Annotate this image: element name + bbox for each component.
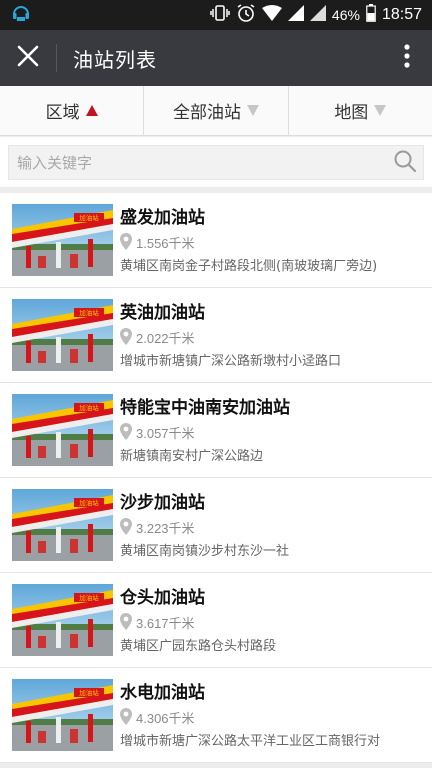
station-distance: 3.617千米 (136, 616, 195, 631)
alarm-icon (236, 3, 256, 27)
station-sign-text: 加油站 (79, 498, 99, 507)
station-sign-text: 加油站 (79, 308, 99, 317)
station-list-item[interactable]: 加油站 沙步加油站 3.223千米 黄埔区南岗镇沙步村东沙一社 (0, 478, 432, 573)
station-distance: 4.306千米 (136, 711, 195, 726)
vibrate-icon (210, 4, 230, 26)
station-sign-text: 加油站 (79, 403, 99, 412)
triangle-down-icon (246, 105, 259, 116)
station-list-item[interactable]: 加油站 水电加油站 4.306千米 增城市新塘广深公路太平洋工业区工商银行对 (0, 668, 432, 763)
location-pin-icon (120, 612, 132, 633)
triangle-down-icon (374, 105, 387, 116)
station-thumbnail: 加油站 (12, 394, 113, 466)
signal-secondary-icon (309, 5, 326, 25)
filter-map[interactable]: 地图 (289, 86, 432, 135)
appbar-divider (56, 44, 57, 72)
filter-region-label: 区域 (45, 103, 80, 123)
station-distance-row: 3.223千米 (120, 517, 432, 538)
station-distance-row: 2.022千米 (120, 327, 432, 348)
wifi-icon (261, 5, 282, 25)
station-name: 水电加油站 (120, 682, 205, 703)
station-thumbnail: 加油站 (12, 299, 113, 371)
station-info: 特能宝中油南安加油站 3.057千米 新塘镇南安村广深公路边 (120, 397, 432, 464)
station-info: 沙步加油站 3.223千米 黄埔区南岗镇沙步村东沙一社 (120, 492, 432, 559)
location-pin-icon (120, 517, 132, 538)
status-bar: 46% 18:57 (0, 0, 432, 30)
station-info: 盛发加油站 1.556千米 黄埔区南岗金子村路段北侧(南玻玻璃厂旁边) (120, 207, 432, 274)
station-address: 增城市新塘镇广深公路新墩村小迳路口 (120, 353, 342, 369)
station-info: 仓头加油站 3.617千米 黄埔区广园东路仓头村路段 (120, 587, 432, 654)
station-list-item[interactable]: 加油站 盛发加油站 1.556千米 黄埔区南岗金子村路段北侧(南玻玻璃厂旁边) (0, 193, 432, 288)
station-distance-row: 1.556千米 (120, 232, 432, 253)
filter-region[interactable]: 区域 (0, 86, 145, 135)
station-sign-text: 加油站 (79, 593, 99, 602)
filter-all-stations-label: 全部油站 (172, 103, 241, 123)
filter-bar: 区域 全部油站 地图 (0, 86, 432, 136)
station-name: 仓头加油站 (120, 587, 205, 608)
close-button[interactable] (0, 30, 56, 86)
station-name: 沙步加油站 (120, 492, 205, 513)
station-info: 英油加油站 2.022千米 增城市新塘镇广深公路新墩村小迳路口 (120, 302, 432, 369)
station-sign-text: 加油站 (79, 213, 99, 222)
station-info: 水电加油站 4.306千米 增城市新塘广深公路太平洋工业区工商银行对 (120, 682, 432, 749)
signal-icon (287, 5, 304, 25)
more-vertical-icon (404, 44, 410, 72)
more-menu-button[interactable] (382, 30, 432, 86)
clock: 18:57 (381, 6, 422, 23)
station-list: 加油站 盛发加油站 1.556千米 黄埔区南岗金子村路段北侧(南玻玻璃厂旁边) (0, 193, 432, 763)
station-thumbnail: 加油站 (12, 204, 113, 276)
station-list-item[interactable]: 加油站 英油加油站 2.022千米 增城市新塘镇广深公路新墩村小迳路口 (0, 288, 432, 383)
battery-percent: 46% (331, 7, 360, 23)
station-name: 盛发加油站 (120, 207, 205, 228)
station-distance: 3.057千米 (136, 426, 195, 441)
location-pin-icon (120, 232, 132, 253)
battery-icon (366, 4, 376, 26)
filter-map-label: 地图 (334, 103, 369, 123)
station-address: 增城市新塘广深公路太平洋工业区工商银行对 (120, 733, 381, 749)
station-address: 黄埔区南岗金子村路段北侧(南玻玻璃厂旁边) (120, 258, 378, 274)
station-list-item[interactable]: 加油站 特能宝中油南安加油站 3.057千米 新塘镇南安村广深公路边 (0, 383, 432, 478)
station-distance-row: 4.306千米 (120, 707, 432, 728)
filter-all-stations[interactable]: 全部油站 (144, 86, 289, 135)
station-name: 英油加油站 (120, 302, 205, 323)
station-name: 特能宝中油南安加油站 (120, 397, 290, 418)
search-box (8, 145, 424, 180)
app-bar: 油站列表 (0, 30, 432, 86)
triangle-up-icon (85, 105, 98, 116)
location-pin-icon (120, 422, 132, 443)
search-input[interactable] (17, 153, 393, 172)
station-sign-text: 加油站 (79, 688, 99, 697)
station-distance: 1.556千米 (136, 236, 195, 251)
headset-notification-icon (10, 2, 32, 28)
location-pin-icon (120, 707, 132, 728)
search-area (0, 137, 432, 187)
station-list-item[interactable]: 加油站 仓头加油站 3.617千米 黄埔区广园东路仓头村路段 (0, 573, 432, 668)
station-distance-row: 3.057千米 (120, 422, 432, 443)
close-icon (17, 45, 39, 71)
station-thumbnail: 加油站 (12, 679, 113, 751)
station-address: 新塘镇南安村广深公路边 (120, 448, 264, 464)
station-thumbnail: 加油站 (12, 584, 113, 656)
station-address: 黄埔区南岗镇沙步村东沙一社 (120, 543, 290, 559)
search-icon[interactable] (393, 149, 417, 177)
location-pin-icon (120, 327, 132, 348)
page-title: 油站列表 (73, 47, 157, 72)
station-distance: 3.223千米 (136, 521, 195, 536)
station-address: 黄埔区广园东路仓头村路段 (120, 638, 277, 654)
station-distance-row: 3.617千米 (120, 612, 432, 633)
station-thumbnail: 加油站 (12, 489, 113, 561)
station-distance: 2.022千米 (136, 331, 195, 346)
